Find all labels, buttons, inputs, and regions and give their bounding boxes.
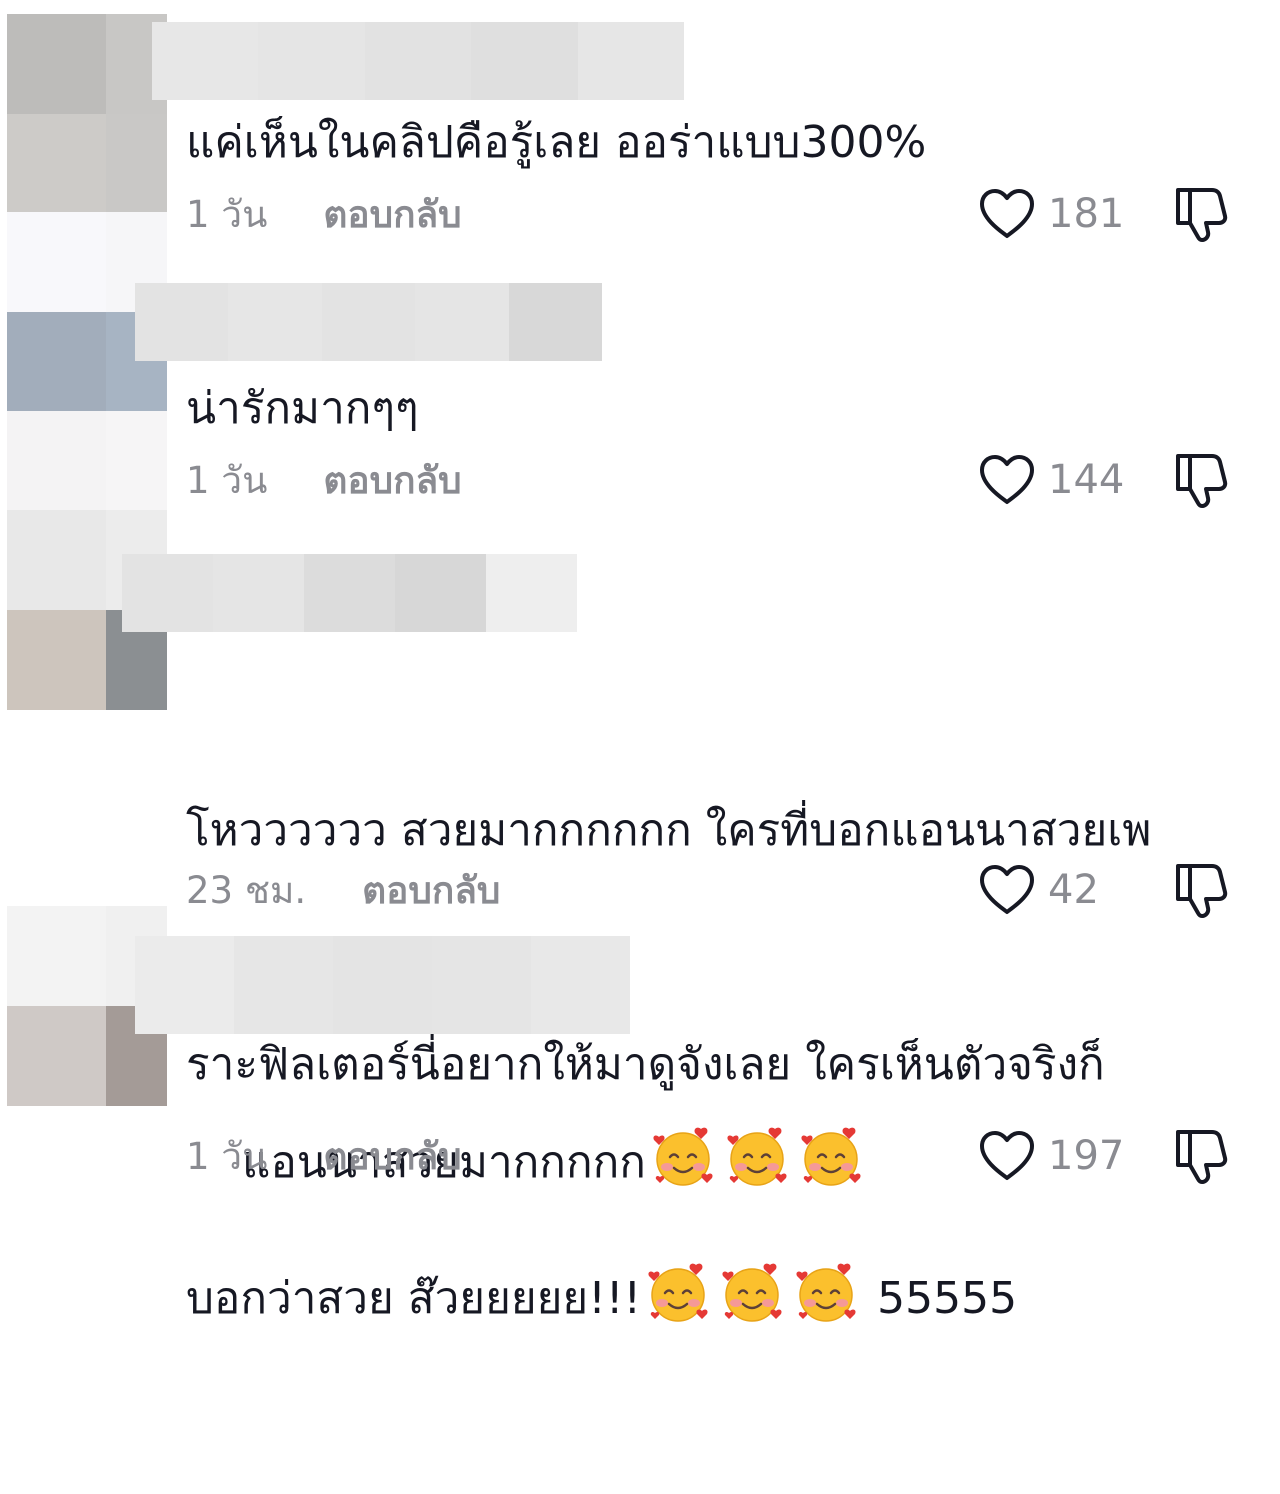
like-count: 144 [1048, 457, 1125, 503]
comment-meta: 1 วัน ตอบกลับ [186, 1126, 462, 1186]
reply-button[interactable]: ตอบกลับ [362, 861, 500, 920]
like-button[interactable]: 197 [978, 1126, 1124, 1186]
comment-text-segment: 55555 [877, 1273, 1018, 1324]
comment-meta: 1 วัน ตอบกลับ [186, 450, 462, 510]
comment-time: 1 วัน [186, 1134, 268, 1178]
heart-outline-icon [978, 1130, 1036, 1182]
username-blurred[interactable] [135, 936, 630, 1034]
comment-time: 1 วัน [186, 458, 268, 502]
like-count: 197 [1048, 1133, 1125, 1179]
username-blurred[interactable] [152, 22, 685, 100]
dislike-button[interactable] [1168, 448, 1230, 510]
thumbs-down-outline-icon [1168, 1124, 1230, 1186]
comment-text-segment: บอกว่าสวย ส๊วยยยยย!!! [186, 1273, 642, 1324]
thumbs-down-outline-icon [1168, 858, 1230, 920]
thumbs-down-outline-icon [1168, 182, 1230, 244]
smiling-face-with-hearts-icon [799, 1125, 863, 1189]
reply-button[interactable]: ตอบกลับ [323, 185, 461, 244]
comment-meta: 1 วัน ตอบกลับ [186, 184, 462, 244]
comment-text: แค่เห็นในคลิปคือรู้เลย ออร่าแบบ300% [186, 117, 927, 168]
heart-outline-icon [978, 864, 1036, 916]
username-blurred[interactable] [135, 283, 603, 361]
comment-text-line: โหวววววว สวยมากกกกกก ใครที่บอกแอนนาสวยเพ [186, 805, 1152, 856]
avatar[interactable] [7, 212, 167, 510]
like-count: 181 [1048, 191, 1125, 237]
avatar[interactable] [7, 14, 167, 214]
dislike-button[interactable] [1168, 1124, 1230, 1186]
heart-outline-icon [978, 454, 1036, 506]
reply-button[interactable]: ตอบกลับ [323, 1127, 461, 1186]
username-blurred[interactable] [122, 554, 577, 632]
comment-time: 1 วัน [186, 192, 268, 236]
reply-button[interactable]: ตอบกลับ [323, 451, 461, 510]
dislike-button[interactable] [1168, 858, 1230, 920]
like-button[interactable]: 181 [978, 184, 1124, 244]
comment-time: 23 ชม. [186, 868, 307, 912]
comment-text: น่ารักมากๆๆ [186, 383, 419, 434]
comment-meta: 23 ชม. ตอบกลับ [186, 860, 500, 920]
smiling-face-with-hearts-icon [651, 1125, 715, 1189]
thumbs-down-outline-icon [1168, 448, 1230, 510]
like-button[interactable]: 42 [978, 860, 1099, 920]
dislike-button[interactable] [1168, 182, 1230, 244]
like-count: 42 [1048, 867, 1099, 913]
smiling-face-with-hearts-icon [725, 1125, 789, 1189]
heart-outline-icon [978, 188, 1036, 240]
like-button[interactable]: 144 [978, 450, 1124, 510]
